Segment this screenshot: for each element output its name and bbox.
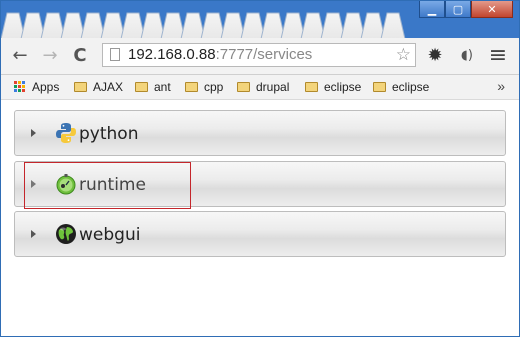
star-icon[interactable]: ☆ bbox=[396, 45, 411, 65]
python-icon bbox=[56, 123, 76, 143]
forward-icon[interactable]: → bbox=[39, 44, 61, 66]
bookmark-label: Apps bbox=[32, 80, 60, 94]
bookmark-label: cpp bbox=[204, 80, 224, 94]
window-frame: ▁ ▢ ✕ bbox=[1, 1, 519, 38]
bookmark-folder[interactable]: AJAX bbox=[74, 80, 123, 94]
selection-highlight-box bbox=[24, 162, 191, 209]
url-path: :7777/services bbox=[215, 46, 313, 63]
tab-strip bbox=[1, 12, 406, 38]
service-webgui[interactable]: webgui bbox=[14, 211, 506, 257]
folder-icon bbox=[373, 82, 386, 92]
browser-toolbar: ← → C 192.168.0.88:7777/services ☆ ✹ ◖) … bbox=[1, 38, 519, 75]
speaker-icon[interactable]: ◖) bbox=[456, 44, 478, 66]
bookmark-folder[interactable]: eclipse bbox=[305, 80, 361, 94]
globe-icon bbox=[56, 224, 76, 244]
settings-gear-icon[interactable]: ✹ bbox=[424, 44, 446, 66]
bookmark-label: eclipse bbox=[324, 80, 362, 94]
url-host: 192.168.0.88 bbox=[128, 46, 216, 63]
browser-window: ▁ ▢ ✕ ← → C 192.168.0.88:7777/services ☆… bbox=[0, 0, 520, 337]
bookmark-label: AJAX bbox=[93, 80, 124, 94]
bookmark-label: eclipse bbox=[392, 80, 430, 94]
page-icon bbox=[110, 48, 120, 61]
window-controls: ▁ ▢ ✕ bbox=[419, 1, 513, 19]
service-python[interactable]: python bbox=[14, 110, 506, 156]
bookmark-folder[interactable]: drupal bbox=[237, 80, 289, 94]
maximize-button[interactable]: ▢ bbox=[445, 1, 471, 18]
bookmarks-overflow-icon[interactable]: » bbox=[497, 78, 505, 94]
folder-icon bbox=[237, 82, 250, 92]
bookmark-apps[interactable]: Apps bbox=[14, 80, 59, 94]
page-content: python runtime webgui bbox=[1, 100, 519, 336]
address-bar[interactable]: 192.168.0.88:7777/services ☆ bbox=[102, 43, 416, 67]
bookmarks-bar: Apps AJAX ant cpp drupal eclipse eclipse… bbox=[1, 75, 519, 100]
url-text: 192.168.0.88:7777/services bbox=[128, 46, 312, 63]
service-label: python bbox=[79, 124, 139, 144]
menu-icon[interactable]: ≡ bbox=[487, 43, 509, 68]
expand-arrow-icon[interactable] bbox=[31, 129, 36, 137]
bookmark-folder[interactable]: eclipse bbox=[373, 80, 429, 94]
expand-arrow-icon[interactable] bbox=[31, 230, 36, 238]
folder-icon bbox=[74, 82, 87, 92]
bookmark-label: drupal bbox=[256, 80, 290, 94]
close-button[interactable]: ✕ bbox=[471, 1, 513, 18]
minimize-button[interactable]: ▁ bbox=[419, 1, 445, 18]
folder-icon bbox=[135, 82, 148, 92]
folder-icon bbox=[305, 82, 318, 92]
service-label: webgui bbox=[79, 225, 141, 245]
bookmark-folder[interactable]: cpp bbox=[185, 80, 223, 94]
bookmark-label: ant bbox=[154, 80, 171, 94]
folder-icon bbox=[185, 82, 198, 92]
apps-grid-icon bbox=[14, 81, 26, 93]
reload-icon[interactable]: C bbox=[69, 44, 91, 66]
bookmark-folder[interactable]: ant bbox=[135, 80, 171, 94]
back-icon[interactable]: ← bbox=[9, 44, 31, 66]
